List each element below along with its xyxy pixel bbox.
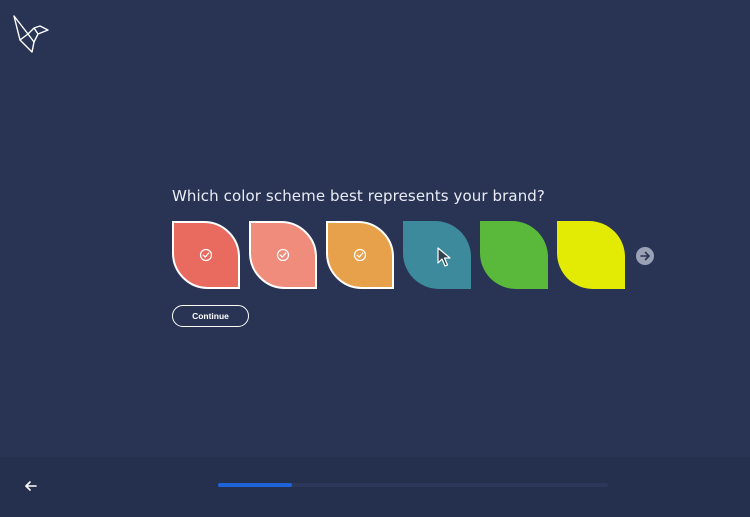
question-heading: Which color scheme best represents your … bbox=[172, 187, 545, 205]
footer-bar bbox=[0, 457, 750, 517]
continue-button[interactable]: Continue bbox=[172, 305, 249, 327]
arrow-right-icon bbox=[640, 251, 650, 261]
progress-fill bbox=[218, 483, 293, 487]
progress-track bbox=[218, 483, 608, 487]
color-scheme-options bbox=[172, 221, 632, 291]
color-swatch-teal[interactable] bbox=[403, 221, 471, 289]
check-circle-icon bbox=[199, 248, 213, 262]
color-swatch-coral[interactable] bbox=[172, 221, 240, 289]
mouse-pointer-icon bbox=[437, 247, 451, 267]
bird-logo-icon bbox=[13, 15, 49, 53]
color-swatch-yellow[interactable] bbox=[557, 221, 625, 289]
arrow-left-icon[interactable] bbox=[24, 479, 38, 493]
next-options-button[interactable] bbox=[636, 247, 654, 265]
color-swatch-orange[interactable] bbox=[326, 221, 394, 289]
color-swatch-salmon[interactable] bbox=[249, 221, 317, 289]
check-circle-icon bbox=[353, 248, 367, 262]
color-swatch-green[interactable] bbox=[480, 221, 548, 289]
check-circle-icon bbox=[276, 248, 290, 262]
brand-questionnaire-page: Which color scheme best represents your … bbox=[0, 0, 750, 517]
